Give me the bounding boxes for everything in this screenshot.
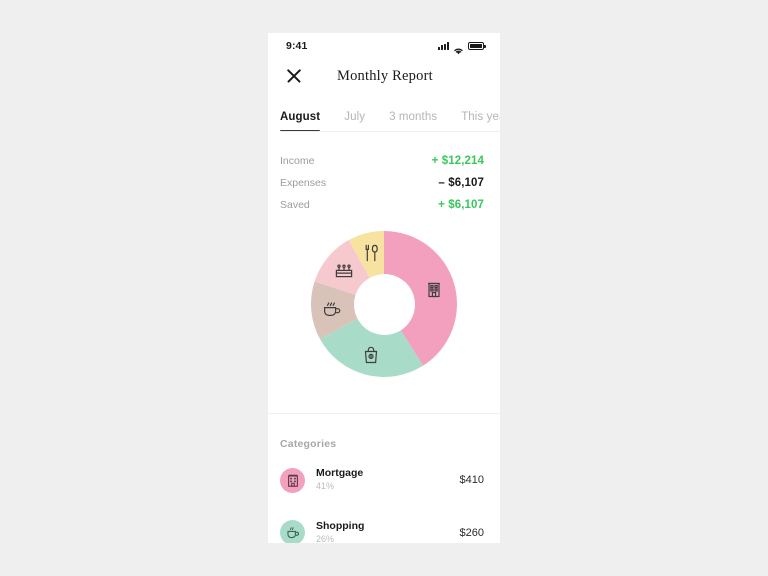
summary-label: Saved	[280, 199, 310, 211]
building-icon	[287, 474, 298, 487]
tab-this-year[interactable]: This year	[461, 111, 500, 132]
category-meta: Shopping 26%	[316, 520, 460, 543]
coffee-cup-icon	[286, 527, 299, 539]
summary-row-saved: Saved + $6,107	[280, 199, 484, 211]
status-icons	[438, 42, 486, 55]
tabs-underline	[280, 131, 500, 132]
category-percent: 41%	[316, 481, 335, 492]
summary-value: + $12,214	[431, 155, 484, 167]
category-name: Shopping	[316, 519, 365, 532]
tab-july[interactable]: July	[344, 111, 365, 132]
tab-3-months[interactable]: 3 months	[389, 111, 437, 132]
tab-august[interactable]: August	[280, 111, 321, 132]
summary-row-expenses: Expenses – $6,107	[280, 177, 484, 189]
category-meta: Mortgage 41%	[316, 467, 460, 494]
categories-header: Categories	[280, 438, 337, 450]
list-item[interactable]: Shopping 26% $260	[268, 507, 500, 543]
status-time: 9:41	[286, 40, 308, 52]
nav-bar: Monthly Report	[268, 55, 500, 97]
summary-row-income: Income + $12,214	[280, 155, 484, 167]
wifi-icon	[453, 42, 464, 55]
summary-list: Income + $12,214 Expenses – $6,107 Saved…	[268, 132, 500, 211]
summary-label: Income	[280, 155, 315, 167]
summary-label: Expenses	[280, 177, 327, 189]
phone-screen: 9:41 Monthly Report August July 3 months…	[268, 33, 500, 543]
summary-value: + $6,107	[438, 199, 484, 211]
category-avatar-shopping	[280, 520, 305, 543]
category-avatar-mortgage	[280, 467, 305, 493]
donut-center-hole	[353, 273, 415, 335]
list-item[interactable]: Mortgage 41% $410	[268, 454, 500, 507]
period-tabs: August July 3 months This year	[268, 97, 500, 132]
page-title: Monthly Report	[337, 67, 433, 84]
category-amount: $410	[459, 474, 484, 487]
signal-bars-icon	[438, 42, 449, 50]
status-bar: 9:41	[268, 33, 500, 55]
category-name: Mortgage	[316, 467, 364, 479]
category-amount: $260	[459, 526, 484, 539]
close-icon[interactable]	[284, 66, 304, 86]
spending-donut-chart	[268, 221, 500, 377]
battery-full-icon	[468, 42, 486, 50]
category-percent: 26%	[316, 533, 335, 543]
donut	[311, 231, 457, 377]
summary-value: – $6,107	[438, 177, 484, 189]
